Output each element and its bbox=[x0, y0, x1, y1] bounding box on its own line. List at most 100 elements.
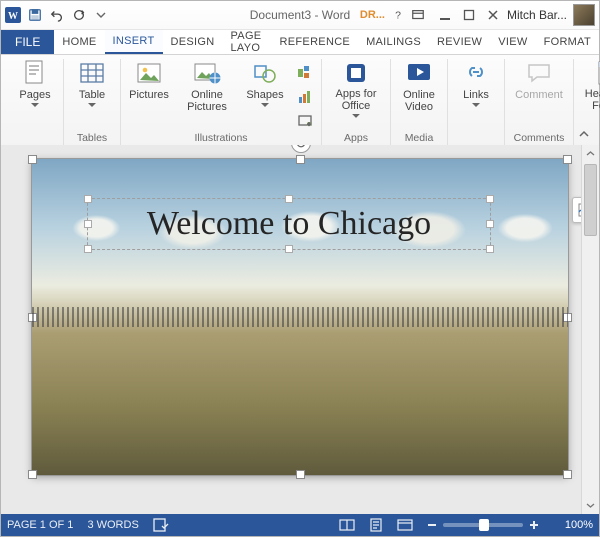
screenshot-button[interactable]: + bbox=[295, 111, 315, 131]
document-area[interactable]: Welcome to Chicago bbox=[1, 145, 599, 514]
links-button[interactable]: Links bbox=[454, 59, 498, 119]
links-icon bbox=[462, 59, 490, 87]
header-footer-label: Header & Footer bbox=[580, 88, 600, 112]
resize-handle[interactable] bbox=[84, 245, 92, 253]
zoom-percent[interactable]: 100% bbox=[553, 519, 593, 531]
ribbon-display-options-icon[interactable] bbox=[411, 8, 425, 22]
links-label: Links bbox=[463, 89, 489, 101]
resize-handle[interactable] bbox=[28, 313, 37, 322]
svg-text:+: + bbox=[308, 122, 311, 128]
tab-design[interactable]: DESIGN bbox=[163, 30, 223, 54]
vertical-scrollbar[interactable] bbox=[581, 145, 599, 514]
pictures-icon bbox=[135, 59, 163, 87]
resize-handle[interactable] bbox=[84, 220, 92, 228]
shapes-button[interactable]: Shapes bbox=[243, 59, 287, 119]
pages-label: Pages bbox=[19, 89, 50, 101]
smartart-button[interactable] bbox=[295, 63, 315, 83]
status-word-count[interactable]: 3 WORDS bbox=[87, 519, 138, 531]
read-mode-icon[interactable] bbox=[339, 519, 355, 531]
scroll-up-icon[interactable] bbox=[582, 145, 599, 162]
tab-format[interactable]: FORMAT bbox=[536, 30, 599, 54]
tab-view[interactable]: VIEW bbox=[490, 30, 535, 54]
resize-handle[interactable] bbox=[285, 245, 293, 253]
undo-icon[interactable] bbox=[49, 7, 65, 23]
group-pages: Pages bbox=[7, 59, 64, 147]
resize-handle[interactable] bbox=[486, 220, 494, 228]
account-avatar[interactable] bbox=[573, 4, 595, 26]
save-icon[interactable] bbox=[27, 7, 43, 23]
zoom-knob[interactable] bbox=[479, 519, 489, 531]
selected-picture-wrapper: Welcome to Chicago bbox=[32, 159, 568, 475]
zoom-track[interactable] bbox=[443, 523, 523, 527]
group-media: Online Video Media bbox=[391, 59, 448, 147]
shapes-icon bbox=[251, 59, 279, 87]
maximize-icon[interactable] bbox=[461, 7, 477, 23]
help-icon[interactable]: ? bbox=[391, 8, 405, 22]
ribbon: Pages Table Tables Pictures Online Pictu… bbox=[1, 55, 599, 148]
redo-icon[interactable] bbox=[71, 7, 87, 23]
ribbon-tab-strip: FILE HOME INSERT DESIGN PAGE LAYO REFERE… bbox=[1, 30, 599, 55]
close-icon[interactable] bbox=[485, 7, 501, 23]
group-tables: Table Tables bbox=[64, 59, 121, 147]
pages-button[interactable]: Pages bbox=[13, 59, 57, 119]
qat-customize-icon[interactable] bbox=[93, 7, 109, 23]
comment-icon bbox=[525, 59, 553, 87]
pictures-button[interactable]: Pictures bbox=[127, 59, 171, 119]
resize-handle[interactable] bbox=[563, 155, 572, 164]
online-video-icon bbox=[405, 59, 433, 87]
account-name[interactable]: Mitch Bar... bbox=[507, 8, 567, 22]
online-video-button[interactable]: Online Video bbox=[397, 59, 441, 119]
status-bar: PAGE 1 OF 1 3 WORDS 100% bbox=[1, 514, 599, 536]
collapse-ribbon-icon[interactable] bbox=[577, 127, 593, 143]
text-box[interactable]: Welcome to Chicago bbox=[88, 199, 490, 249]
group-illustrations: Pictures Online Pictures Shapes + bbox=[121, 59, 322, 147]
scroll-track[interactable] bbox=[582, 162, 599, 497]
inserted-picture[interactable]: Welcome to Chicago bbox=[32, 159, 568, 475]
spellcheck-icon[interactable] bbox=[153, 518, 169, 532]
online-video-label: Online Video bbox=[397, 89, 441, 113]
group-apps: Apps for Office Apps bbox=[322, 59, 391, 147]
zoom-in-icon[interactable] bbox=[529, 520, 539, 530]
scroll-thumb[interactable] bbox=[584, 164, 597, 236]
apps-for-office-icon bbox=[342, 59, 370, 86]
file-tab[interactable]: FILE bbox=[1, 30, 54, 54]
tab-review[interactable]: REVIEW bbox=[429, 30, 490, 54]
resize-handle[interactable] bbox=[296, 470, 305, 479]
tab-mailings[interactable]: MAILINGS bbox=[358, 30, 429, 54]
tab-insert[interactable]: INSERT bbox=[105, 30, 163, 54]
text-box-content: Welcome to Chicago bbox=[147, 205, 431, 243]
resize-handle[interactable] bbox=[285, 195, 293, 203]
zoom-slider[interactable] bbox=[427, 520, 539, 530]
header-footer-button[interactable]: Header & Footer bbox=[580, 59, 600, 119]
scroll-down-icon[interactable] bbox=[582, 497, 599, 514]
resize-handle[interactable] bbox=[486, 195, 494, 203]
word-app-icon: W bbox=[5, 7, 21, 23]
resize-handle[interactable] bbox=[563, 470, 572, 479]
resize-handle[interactable] bbox=[296, 155, 305, 164]
minimize-icon[interactable] bbox=[437, 7, 453, 23]
account-badge[interactable]: DR... bbox=[360, 9, 385, 21]
zoom-out-icon[interactable] bbox=[427, 520, 437, 530]
comment-button[interactable]: Comment bbox=[511, 59, 567, 119]
chart-button[interactable] bbox=[295, 87, 315, 107]
resize-handle[interactable] bbox=[28, 155, 37, 164]
group-links: Links bbox=[448, 59, 505, 147]
status-page[interactable]: PAGE 1 OF 1 bbox=[7, 519, 73, 531]
tab-page-layout[interactable]: PAGE LAYO bbox=[222, 30, 271, 54]
resize-handle[interactable] bbox=[84, 195, 92, 203]
table-icon bbox=[78, 59, 106, 87]
rotate-handle-icon[interactable] bbox=[291, 145, 311, 153]
resize-handle[interactable] bbox=[28, 470, 37, 479]
online-pictures-button[interactable]: Online Pictures bbox=[179, 59, 235, 119]
apps-for-office-label: Apps for Office bbox=[328, 88, 384, 112]
pictures-label: Pictures bbox=[129, 89, 169, 101]
print-layout-icon[interactable] bbox=[369, 518, 383, 532]
tab-home[interactable]: HOME bbox=[54, 30, 104, 54]
table-button[interactable]: Table bbox=[70, 59, 114, 119]
resize-handle[interactable] bbox=[563, 313, 572, 322]
tab-references[interactable]: REFERENCE bbox=[272, 30, 359, 54]
apps-for-office-button[interactable]: Apps for Office bbox=[328, 59, 384, 119]
group-comments: Comment Comments bbox=[505, 59, 574, 147]
web-layout-icon[interactable] bbox=[397, 519, 413, 531]
resize-handle[interactable] bbox=[486, 245, 494, 253]
